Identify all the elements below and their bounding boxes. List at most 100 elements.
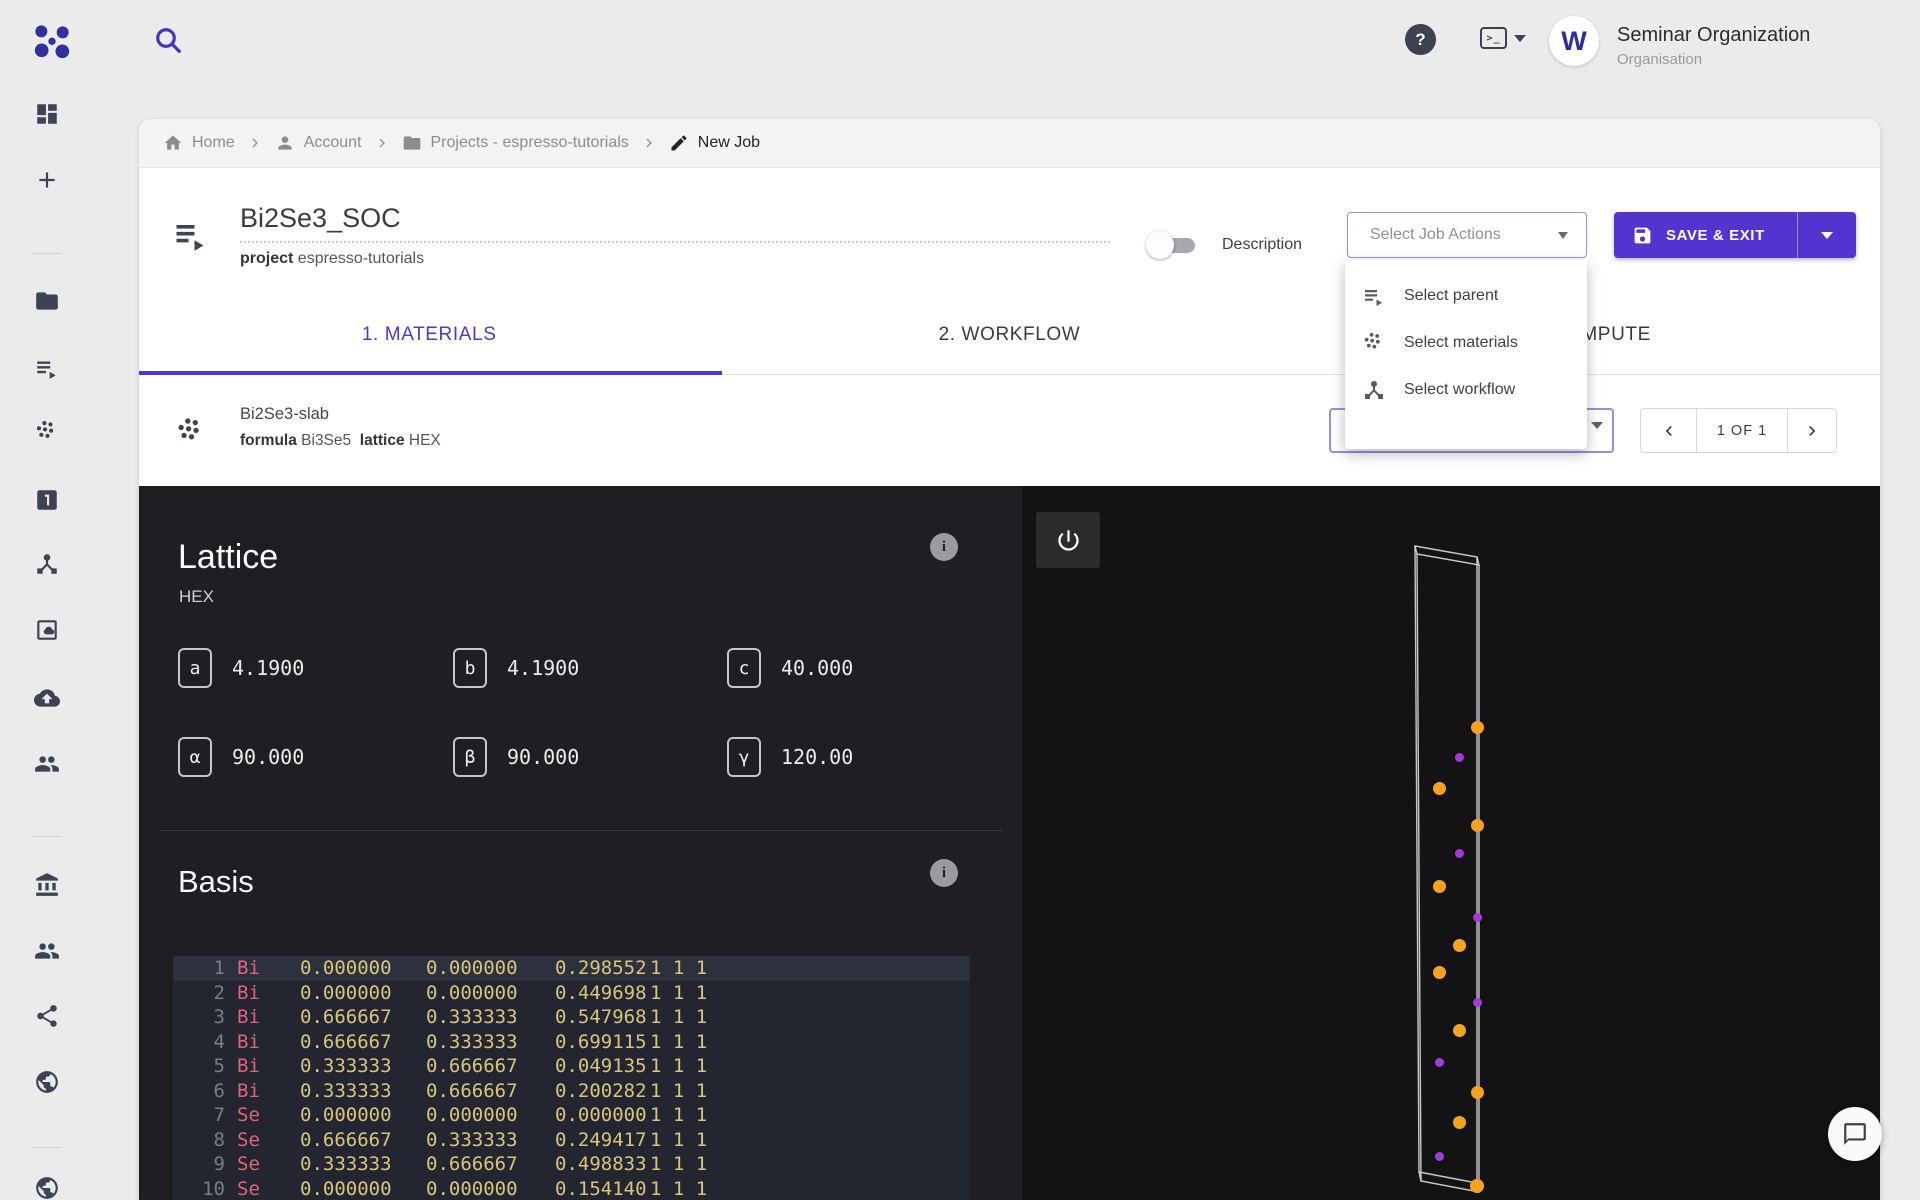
job-title-input[interactable]: Bi2Se3_SOC [240, 203, 401, 234]
basis-row[interactable]: 5Bi0.3333330.6666670.0491351 1 1 [173, 1054, 970, 1079]
help-icon[interactable]: ? [1405, 24, 1436, 55]
lattice-value: HEX [409, 432, 441, 449]
lattice-info-icon[interactable]: i [930, 533, 958, 561]
basis-row[interactable]: 2Bi0.0000000.0000000.4496981 1 1 [173, 981, 970, 1006]
sidebar-item-materials-atoms[interactable] [34, 419, 60, 445]
chevron-right-icon [640, 134, 658, 152]
terminal-menu-button[interactable]: >_ [1480, 27, 1526, 49]
breadcrumb-item-account[interactable]: Account [275, 133, 362, 153]
description-toggle-knob[interactable] [1146, 231, 1174, 259]
chevron-right-icon [640, 134, 658, 152]
param-value-input[interactable]: 4.1900 [232, 656, 304, 680]
breadcrumb-item-new-job[interactable]: New Job [669, 133, 760, 153]
breadcrumb-item-home[interactable]: Home [163, 133, 235, 153]
coord-x: 0.000000 [300, 981, 392, 1006]
save-more-button[interactable] [1798, 232, 1856, 239]
chevron-left-icon [1659, 421, 1679, 441]
save-exit-button[interactable]: SAVE & EXIT [1614, 212, 1856, 258]
sidebar-item-explore-globe[interactable] [34, 1175, 60, 1200]
pagination-next-button[interactable] [1787, 409, 1836, 452]
atom-se [1453, 939, 1466, 952]
tab-2[interactable]: 2. WORKFLOW [719, 296, 1299, 374]
sidebar-item-add[interactable] [34, 167, 60, 193]
web-globe-icon [34, 1069, 60, 1095]
material-pagination: 1 OF 1 [1640, 408, 1837, 453]
line-number: 1 [191, 956, 225, 981]
project-line: project espresso-tutorials [240, 250, 424, 268]
line-number: 7 [191, 1103, 225, 1128]
chevron-down-icon [1558, 232, 1568, 239]
basis-row[interactable]: 3Bi0.6666670.3333330.5479681 1 1 [173, 1005, 970, 1030]
basis-row[interactable]: 4Bi0.6666670.3333330.6991151 1 1 [173, 1030, 970, 1055]
coord-x: 0.000000 [300, 1177, 392, 1200]
coord-y: 0.000000 [426, 981, 518, 1006]
param-value-input[interactable]: 120.00 [781, 745, 853, 769]
param-value-input[interactable]: 4.1900 [507, 656, 579, 680]
element-symbol: Bi [237, 1079, 260, 1104]
coord-z: 0.298552 [555, 956, 647, 981]
lattice-param-c: c 40.000 [727, 648, 853, 688]
menu-item-select-parent[interactable]: Select parent [1345, 272, 1587, 319]
select-job-actions-dropdown[interactable]: Select Job Actions [1347, 212, 1587, 258]
menu-item-label: Select workflow [1404, 381, 1515, 399]
sidebar-item-cloud-upload[interactable] [34, 685, 60, 711]
chat-fab[interactable] [1828, 1107, 1882, 1161]
sidebar-item-dashboard[interactable] [34, 101, 60, 127]
sidebar-item-media-image[interactable] [34, 617, 60, 643]
sidebar-item-share[interactable] [34, 1003, 60, 1029]
menu-item-select-workflow[interactable]: Select workflow [1345, 366, 1587, 413]
structure-viewer[interactable] [1022, 486, 1880, 1200]
jobs-playlist-icon [34, 355, 60, 381]
constraint-flags: 1 1 1 [650, 956, 707, 981]
lattice-param-β: β90.000 [453, 737, 579, 777]
chat-bubble-icon [1842, 1121, 1868, 1147]
param-value-input[interactable]: 90.000 [507, 745, 579, 769]
basis-info-icon[interactable]: i [930, 859, 958, 887]
save-icon [1632, 225, 1653, 246]
add-icon [34, 167, 60, 193]
param-symbol: c [727, 648, 761, 688]
sidebar-item-users-group[interactable] [34, 938, 60, 964]
sidebar-item-team-group[interactable] [34, 751, 60, 777]
org-subtitle: Organisation [1617, 51, 1702, 68]
pagination-prev-button[interactable] [1641, 409, 1697, 452]
basis-row[interactable]: 8Se0.6666670.3333330.2494171 1 1 [173, 1128, 970, 1153]
material-name[interactable]: Bi2Se3-slab [240, 405, 329, 424]
basis-row[interactable]: 7Se0.0000000.0000000.0000001 1 1 [173, 1103, 970, 1128]
basis-row[interactable]: 10Se0.0000000.0000000.1541401 1 1 [173, 1177, 970, 1200]
basis-row[interactable]: 1Bi0.0000000.0000000.2985521 1 1 [173, 956, 970, 981]
users-group-icon [34, 938, 60, 964]
atom-se [1433, 782, 1446, 795]
sidebar-item-jobs-playlist[interactable] [34, 355, 60, 381]
element-symbol: Bi [237, 1030, 260, 1055]
sidebar-item-workflows-tree[interactable] [34, 551, 60, 577]
sidebar-item-web-globe[interactable] [34, 1069, 60, 1095]
breadcrumb-label: New Job [698, 134, 760, 152]
basis-row[interactable]: 6Bi0.3333330.6666670.2002821 1 1 [173, 1079, 970, 1104]
sidebar-item-projects-folder[interactable] [34, 288, 60, 314]
coord-x: 0.333333 [300, 1152, 392, 1177]
explore-globe-icon [34, 1175, 60, 1200]
sidebar-item-organization-bank[interactable] [34, 872, 60, 898]
app-logo-icon[interactable] [32, 23, 72, 63]
atom-bi [1473, 998, 1482, 1007]
basis-row[interactable]: 9Se0.3333330.6666670.4988331 1 1 [173, 1152, 970, 1177]
coord-y: 0.333333 [426, 1030, 518, 1055]
coord-z: 0.049135 [555, 1054, 647, 1079]
breadcrumb-item-projects-espresso-tutorials[interactable]: Projects - espresso-tutorials [402, 133, 629, 153]
tab-1[interactable]: 1. MATERIALS [139, 296, 719, 374]
param-symbol: b [453, 648, 487, 688]
param-value-input[interactable]: 40.000 [781, 656, 853, 680]
lattice-param-α: α90.000 [178, 737, 304, 777]
menu-item-select-materials[interactable]: Select materials [1345, 319, 1587, 366]
search-icon[interactable] [152, 24, 184, 56]
constraint-flags: 1 1 1 [650, 1005, 707, 1030]
coord-y: 0.666667 [426, 1152, 518, 1177]
basis-editor[interactable]: 1Bi0.0000000.0000000.2985521 1 12Bi0.000… [173, 956, 970, 1200]
sidebar-item-looks-one[interactable] [34, 487, 60, 513]
param-value-input[interactable]: 90.000 [232, 745, 304, 769]
chevron-down-icon [1591, 422, 1603, 429]
material-select-caret[interactable] [1591, 422, 1603, 429]
avatar[interactable]: W [1549, 16, 1599, 66]
coord-z: 0.000000 [555, 1103, 647, 1128]
